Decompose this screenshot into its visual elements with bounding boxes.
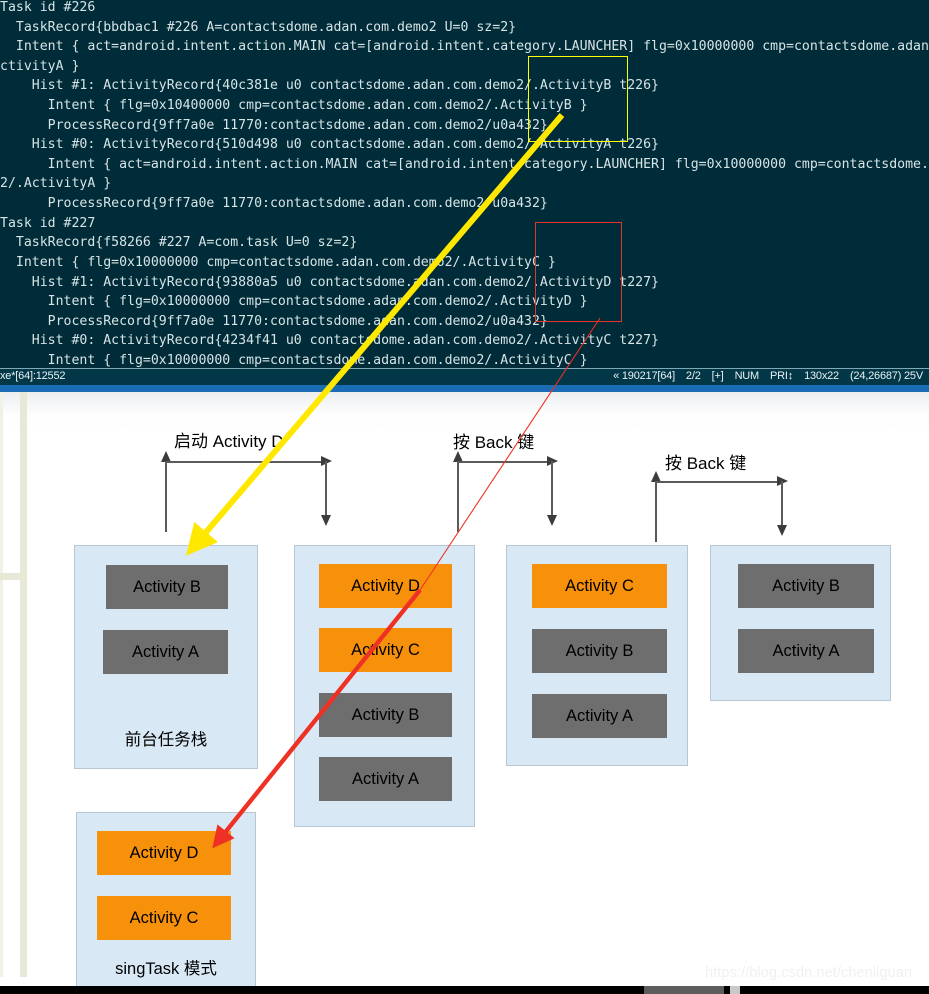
status-session-label: xe*[64]:12552: [0, 370, 66, 382]
activity-box-c[interactable]: Activity C: [532, 564, 667, 608]
step1-down-line: [551, 461, 553, 516]
task-stack-3[interactable]: Activity B Activity A: [710, 545, 891, 701]
status-cursor-position: (24,26687) 25V: [849, 370, 923, 382]
terminal-window[interactable]: Task id #226 TaskRecord{bbdbac1 #226 A=c…: [0, 0, 929, 368]
terminal-line: Intent { flg=0x10000000 cmp=contactsdome…: [0, 254, 556, 270]
activity-label: Activity A: [566, 706, 633, 725]
activity-box-a[interactable]: Activity A: [532, 694, 667, 738]
step2-down-line: [781, 481, 783, 526]
status-pages: 2/2: [685, 370, 701, 382]
activity-box-b[interactable]: Activity B: [738, 564, 874, 608]
task-stack-0[interactable]: Activity B Activity A 前台任务栈: [74, 545, 258, 769]
activity-box-b[interactable]: Activity B: [106, 565, 228, 609]
background-panel-edge: [0, 392, 3, 977]
bottom-grey-chip: [644, 986, 724, 994]
task-stack-0-caption: 前台任务栈: [124, 731, 208, 749]
terminal-line: Intent { act=android.intent.action.MAIN …: [0, 39, 929, 55]
activity-label: Activity D: [351, 576, 420, 595]
step1-down-arrowhead: [547, 515, 557, 526]
terminal-line: Hist #1: ActivityRecord{40c381e u0 conta…: [0, 78, 659, 94]
terminal-line: ProcessRecord{9ff7a0e 11770:contactsdome…: [0, 117, 548, 133]
screenshot-root: Task id #226 TaskRecord{bbdbac1 #226 A=c…: [0, 0, 929, 994]
terminal-line: ctivityA }: [0, 58, 80, 74]
terminal-line: TaskRecord{f58266 #227 A=com.task U=0 sz…: [0, 235, 358, 251]
status-encoding: « 190217[64]: [613, 370, 675, 382]
activity-label: Activity C: [129, 908, 199, 927]
terminal-line: TaskRecord{bbdbac1 #226 A=contactsdome.a…: [0, 19, 517, 35]
terminal-line: Intent { flg=0x10000000 cmp=contactsdome…: [0, 294, 588, 310]
step1-horizontal-line: [457, 461, 549, 463]
activity-label: Activity C: [565, 576, 634, 595]
task-stack-4-caption: singTask 模式: [115, 960, 217, 978]
window-accent-band: [0, 385, 929, 392]
terminal-line: Intent { act=android.intent.action.MAIN …: [0, 156, 929, 172]
activity-label: Activity B: [565, 641, 634, 660]
step2-up-line: [655, 482, 657, 542]
activity-box-b[interactable]: Activity B: [319, 693, 452, 737]
activity-label: Activity B: [351, 705, 420, 724]
terminal-line: Hist #1: ActivityRecord{93880a5 u0 conta…: [0, 274, 659, 290]
status-num-lock: NUM: [734, 370, 760, 382]
activity-label: Activity D: [129, 843, 199, 862]
activity-box-d[interactable]: Activity D: [97, 831, 231, 875]
activity-box-a[interactable]: Activity A: [738, 629, 874, 673]
step2-horizontal-line: [655, 481, 779, 483]
activity-box-c[interactable]: Activity C: [319, 628, 452, 672]
activity-box-a[interactable]: Activity A: [103, 630, 228, 674]
terminal-line: ProcessRecord{9ff7a0e 11770:contactsdome…: [0, 196, 548, 212]
activity-label: Activity A: [772, 641, 840, 660]
step-label-2: 按 Back 键: [665, 454, 747, 473]
step-label-1: 按 Back 键: [453, 433, 535, 452]
terminal-line: Hist #0: ActivityRecord{510d498 u0 conta…: [0, 137, 659, 153]
step0-horizontal-line: [165, 461, 323, 463]
task-stack-1[interactable]: Activity D Activity C Activity B Activit…: [294, 545, 475, 827]
status-priority: PRI↕: [770, 370, 794, 382]
activity-label: Activity C: [351, 640, 420, 659]
terminal-status-bar: xe*[64]:12552 « 190217[64] 2/2 [+] NUM P…: [0, 368, 929, 385]
task-stack-4[interactable]: Activity D Activity C singTask 模式: [76, 812, 256, 994]
terminal-line: 2/.ActivityA }: [0, 176, 112, 192]
terminal-line: ProcessRecord{9ff7a0e 11770:contactsdome…: [0, 313, 548, 329]
activity-label: Activity A: [352, 769, 419, 788]
terminal-output: Task id #226 TaskRecord{bbdbac1 #226 A=c…: [0, 0, 929, 368]
terminal-line: Task id #226: [0, 0, 96, 15]
activity-label: Activity B: [133, 577, 201, 596]
activity-box-d[interactable]: Activity D: [319, 564, 452, 608]
status-right-group: « 190217[64] 2/2 [+] NUM PRI↕ 130x22 (24…: [613, 370, 923, 382]
task-stack-2[interactable]: Activity C Activity B Activity A: [506, 545, 688, 766]
activity-box-a[interactable]: Activity A: [319, 757, 452, 801]
watermark-text: https://blog.csdn.net/chenliguan: [705, 965, 913, 981]
background-panel-strip: [20, 392, 27, 977]
step0-down-line: [325, 461, 327, 516]
terminal-line: Task id #227: [0, 215, 96, 231]
bottom-light-chip: [730, 986, 740, 994]
terminal-line: Hist #0: ActivityRecord{4234f41 u0 conta…: [0, 333, 659, 349]
terminal-line: Intent { flg=0x10000000 cmp=contactsdome…: [0, 352, 588, 368]
step-label-0: 启动 Activity D: [174, 432, 284, 451]
background-panel-bar: [0, 573, 22, 580]
step0-up-line: [165, 462, 167, 532]
bottom-black-strip: [0, 986, 929, 994]
status-modified-flag: [+]: [711, 370, 724, 382]
step0-down-arrowhead: [321, 515, 331, 526]
activity-box-c[interactable]: Activity C: [97, 896, 231, 940]
terminal-line: Intent { flg=0x10400000 cmp=contactsdome…: [0, 98, 588, 114]
activity-label: Activity A: [132, 642, 199, 661]
activity-label: Activity B: [772, 576, 840, 595]
activity-box-b[interactable]: Activity B: [532, 629, 667, 673]
status-window-size: 130x22: [804, 370, 839, 382]
activity-stack-diagram: 启动 Activity D 按 Back 键 按 Back 键 Activity…: [0, 392, 929, 994]
step2-down-arrowhead: [777, 525, 787, 536]
step1-up-line: [457, 462, 459, 532]
